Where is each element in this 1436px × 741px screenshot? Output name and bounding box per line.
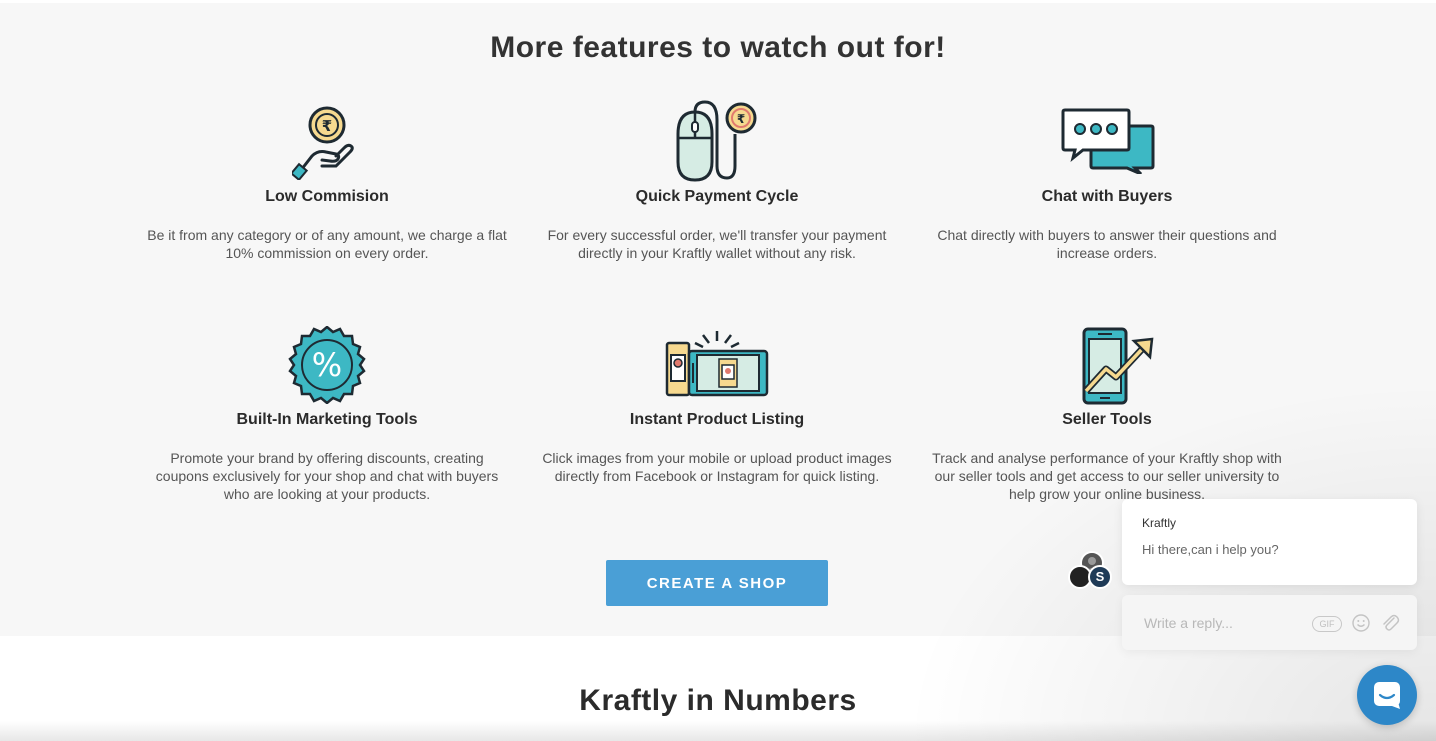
agent-avatars: S	[1068, 551, 1112, 589]
feature-title: Quick Payment Cycle	[635, 188, 799, 205]
feature-description: Promote your brand by offering discounts…	[155, 450, 499, 502]
coin-hand-icon: ₹	[289, 104, 356, 185]
feature-low-commission: ₹ Low Commision Be it from any category …	[142, 100, 512, 270]
feature-title: Seller Tools	[1062, 411, 1152, 428]
bottom-fade	[0, 721, 1436, 741]
svg-text:%: %	[312, 346, 342, 384]
emoji-icon[interactable]	[1352, 614, 1370, 637]
attachment-icon[interactable]	[1380, 613, 1400, 638]
phone-camera-icon	[665, 331, 769, 404]
percent-badge-icon: %	[288, 325, 366, 409]
chat-sender: Kraftly	[1142, 516, 1177, 530]
chat-icon	[1372, 680, 1402, 715]
feature-marketing-tools: % Built-In Marketing Tools Promote your …	[142, 323, 512, 503]
chat-reply-box: GIF	[1122, 595, 1417, 650]
feature-description: Be it from any category or of any amount…	[147, 227, 507, 261]
mouse-coin-icon: ₹	[675, 100, 759, 187]
feature-title: Chat with Buyers	[1041, 188, 1173, 205]
chat-launcher-button[interactable]	[1357, 665, 1417, 725]
feature-description: Click images from your mobile or upload …	[542, 450, 892, 484]
reply-input[interactable]	[1142, 612, 1316, 634]
phone-growth-icon	[1082, 327, 1156, 410]
chat-message: Hi there,can i help you?	[1142, 542, 1279, 557]
feature-chat-buyers: Chat with Buyers Chat directly with buye…	[922, 100, 1292, 270]
feature-description: Track and analyse performance of your Kr…	[932, 450, 1282, 502]
avatar: S	[1088, 565, 1112, 589]
feature-seller-tools: Seller Tools Track and analyse performan…	[922, 323, 1292, 503]
chat-message-bubble[interactable]: Kraftly Hi there,can i help you?	[1122, 499, 1417, 585]
numbers-title: Kraftly in Numbers	[579, 684, 857, 717]
feature-description: For every successful order, we'll transf…	[547, 227, 887, 261]
gif-button[interactable]: GIF	[1312, 616, 1342, 632]
features-title: More features to watch out for!	[490, 31, 946, 64]
chat-bubbles-icon	[1061, 108, 1155, 179]
svg-text:₹: ₹	[322, 117, 332, 135]
feature-product-listing: Instant Product Listing Click images fro…	[532, 323, 902, 503]
feature-title: Instant Product Listing	[629, 411, 805, 428]
create-shop-button[interactable]: CREATE A SHOP	[606, 560, 828, 606]
feature-description: Chat directly with buyers to answer thei…	[937, 227, 1277, 261]
feature-quick-payment: ₹ Quick Payment Cycle For every successf…	[532, 100, 902, 270]
feature-title: Built-In Marketing Tools	[236, 411, 418, 428]
feature-title: Low Commision	[265, 188, 389, 205]
svg-text:₹: ₹	[737, 112, 745, 126]
